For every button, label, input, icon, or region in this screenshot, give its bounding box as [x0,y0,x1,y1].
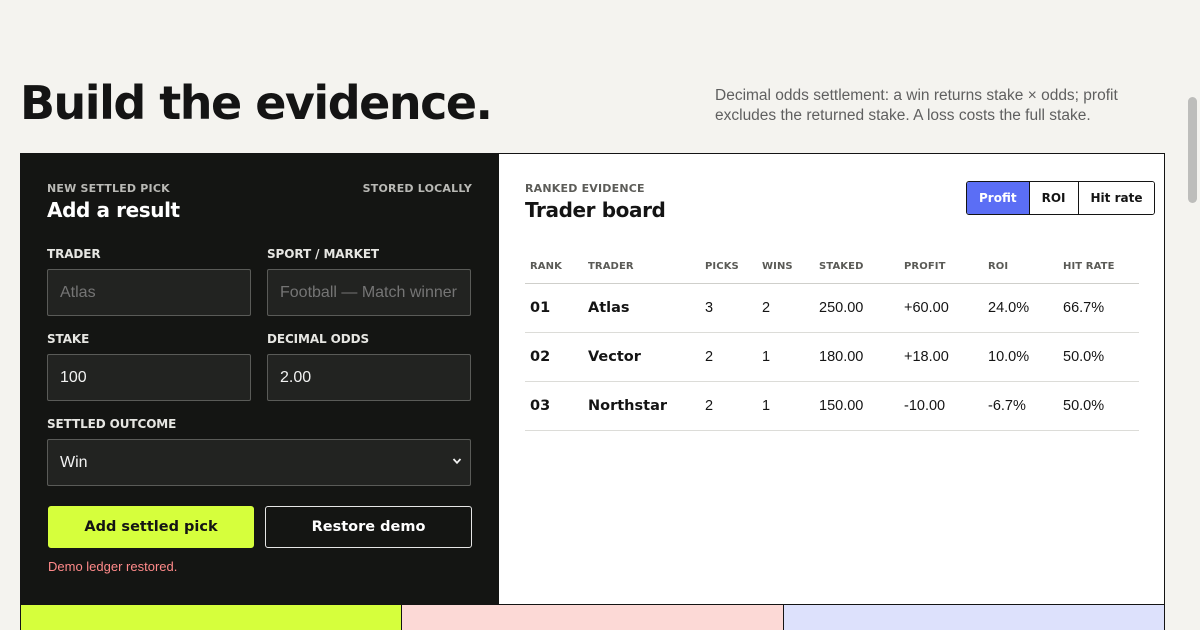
rank-cell: 03 [525,381,583,431]
trader-cell: Vector [583,332,700,382]
table-row[interactable]: 02 Vector 2 1 180.00 +18.00 10.0% 50.0% [525,332,1139,382]
rank-cell: 01 [525,283,583,333]
market-input[interactable] [267,269,471,316]
picks-cell: 2 [700,381,757,431]
staked-cell: 250.00 [814,283,899,333]
odds-label: DECIMAL ODDS [267,332,370,346]
roi-cell: -6.7% [983,381,1058,431]
table-row[interactable]: 03 Northstar 2 1 150.00 -10.00 -6.7% 50.… [525,381,1139,431]
picks-cell: 2 [700,332,757,382]
sort-toggle: Profit ROI Hit rate [966,181,1156,215]
column-header-roi[interactable]: ROI [983,250,1058,284]
profit-cell: +18.00 [899,332,983,382]
picks-cell: 3 [700,283,757,333]
summary-tile [402,604,784,630]
scrollbar-thumb[interactable] [1188,97,1197,203]
restore-demo-button[interactable]: Restore demo [265,506,472,548]
profit-cell: -10.00 [899,381,983,431]
outcome-select[interactable]: Win [47,439,471,486]
rank-cell: 02 [525,332,583,382]
page-title: Build the evidence. [20,76,493,130]
table-header-row: RANK TRADER PICKS WINS STAKED PROFIT ROI… [525,250,1139,284]
add-settled-pick-button[interactable]: Add settled pick [48,506,254,548]
roi-cell: 24.0% [983,283,1058,333]
summary-tile [783,604,1165,630]
outcome-value: Win [60,454,88,471]
form-eyebrow: NEW SETTLED PICK [47,182,170,195]
hit-rate-cell: 50.0% [1058,381,1139,431]
wins-cell: 1 [757,332,814,382]
sort-profit-button[interactable]: Profit [967,182,1029,214]
add-result-form: NEW SETTLED PICK STORED LOCALLY Add a re… [21,154,499,604]
board-title: Trader board [525,198,666,222]
stake-label: STAKE [47,332,90,346]
trader-cell: Atlas [583,283,700,333]
column-header-picks[interactable]: PICKS [700,250,757,284]
board-eyebrow: RANKED EVIDENCE [525,182,645,195]
column-header-hit-rate[interactable]: HIT RATE [1058,250,1139,284]
stake-input[interactable]: 100 [47,354,251,401]
stake-value: 100 [60,369,87,386]
chevron-down-icon [452,458,462,465]
page-scrollbar[interactable] [1185,0,1200,630]
column-header-staked[interactable]: STAKED [814,250,899,284]
column-header-trader[interactable]: TRADER [583,250,700,284]
odds-input[interactable]: 2.00 [267,354,471,401]
summary-tile [20,604,403,630]
settlement-note: Decimal odds settlement: a win returns s… [715,87,1118,124]
summary-tiles [20,604,1165,630]
column-header-profit[interactable]: PROFIT [899,250,983,284]
hit-rate-cell: 66.7% [1058,283,1139,333]
form-title: Add a result [47,198,180,222]
outcome-label: SETTLED OUTCOME [47,417,177,431]
column-header-rank[interactable]: RANK [525,250,583,284]
market-label: SPORT / MARKET [267,247,380,261]
odds-value: 2.00 [280,369,312,386]
status-message: Demo ledger restored. [48,559,178,574]
staked-cell: 180.00 [814,332,899,382]
wins-cell: 1 [757,381,814,431]
trader-table: RANK TRADER PICKS WINS STAKED PROFIT ROI… [525,250,1139,431]
column-header-wins[interactable]: WINS [757,250,814,284]
hit-rate-cell: 50.0% [1058,332,1139,382]
trader-board: RANKED EVIDENCE Trader board Profit ROI … [499,154,1164,604]
storage-note: STORED LOCALLY [362,182,472,195]
table-row[interactable]: 01 Atlas 3 2 250.00 +60.00 24.0% 66.7% [525,283,1139,333]
staked-cell: 150.00 [814,381,899,431]
profit-cell: +60.00 [899,283,983,333]
trader-cell: Northstar [583,381,700,431]
roi-cell: 10.0% [983,332,1058,382]
main-panel: NEW SETTLED PICK STORED LOCALLY Add a re… [20,153,1165,605]
trader-input[interactable] [47,269,251,316]
sort-roi-button[interactable]: ROI [1028,182,1078,214]
page: Build the evidence. Decimal odds settlem… [0,0,1185,630]
sort-hit-rate-button[interactable]: Hit rate [1077,182,1155,214]
trader-label: TRADER [47,247,101,261]
wins-cell: 2 [757,283,814,333]
